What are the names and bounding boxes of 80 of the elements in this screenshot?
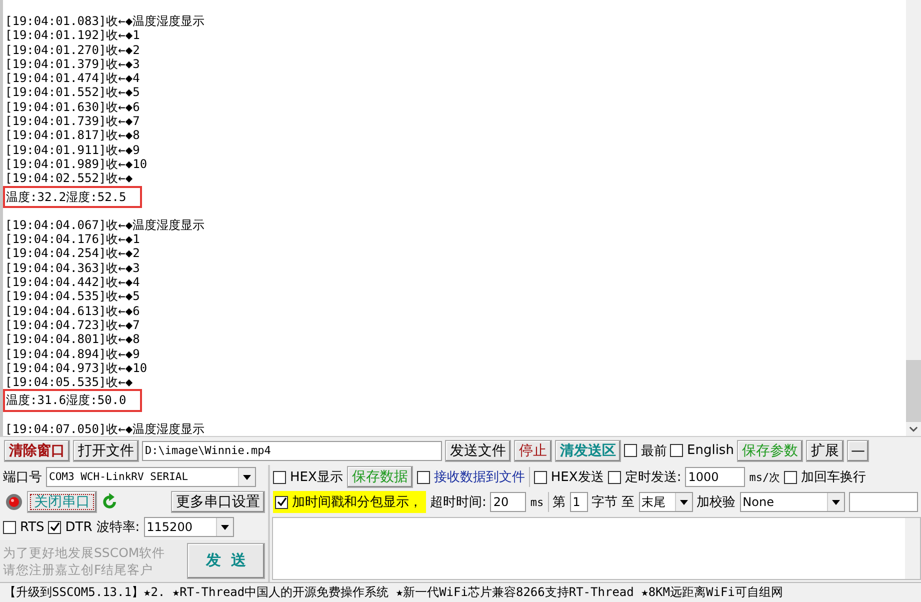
- send-file-button[interactable]: 发送文件: [445, 440, 511, 462]
- checkbox[interactable]: [608, 470, 621, 484]
- checkbox[interactable]: [273, 470, 286, 484]
- checkbox[interactable]: [624, 444, 637, 458]
- checkbox[interactable]: [3, 520, 16, 534]
- log-line: [19:04:04.535]收←◆5: [5, 289, 140, 304]
- checkbox-label: 加时间戳和分包显示，: [292, 494, 422, 512]
- log-line: [19:04:01.552]收←◆5: [5, 85, 140, 100]
- log-line: [19:04:02.552]收←◆: [5, 171, 133, 186]
- log-line: [19:04:04.067]收←◆温度湿度显示: [5, 218, 205, 232]
- led-icon: [5, 493, 23, 512]
- log-line: [19:04:04.254]收←◆2: [5, 246, 140, 261]
- checkbox[interactable]: [534, 470, 547, 484]
- checkbox[interactable]: [48, 520, 62, 534]
- scroll-down-icon[interactable]: [909, 426, 918, 432]
- checkbox-label: 接收数据到文件: [434, 469, 525, 486]
- checkbox-label: 加回车换行: [801, 469, 866, 486]
- log-line: [19:04:04.973]收←◆10: [5, 360, 148, 376]
- log-line: [19:04:04.894]收←◆9: [5, 346, 140, 361]
- timeout-label: 超时时间:: [430, 494, 486, 512]
- log-line: [19:04:01.739]收←◆7: [5, 114, 140, 128]
- highlighted-reading: 温度:32.2湿度:52.5: [3, 186, 142, 208]
- checkbox[interactable]: [275, 496, 288, 509]
- log-line: [19:04:01.270]收←◆2: [5, 42, 140, 57]
- log-line: [19:04:04.723]收←◆7: [5, 318, 140, 332]
- checkbox-label: English: [687, 443, 734, 458]
- interval-field[interactable]: 1000: [685, 467, 746, 488]
- checkbox-label: RTS: [20, 520, 44, 535]
- log-line: [19:04:01.911]收←◆9: [5, 142, 140, 157]
- checkbox-label: DTR: [65, 520, 92, 535]
- more-settings-button[interactable]: 更多串口设置: [171, 491, 265, 514]
- open-file-button[interactable]: 打开文件: [73, 440, 139, 462]
- checkbox[interactable]: [416, 470, 430, 484]
- port-select[interactable]: COM3 WCH-LinkRV SERIAL: [46, 467, 256, 488]
- log-line: [19:04:05.535]收←◆: [5, 375, 133, 390]
- log-line: [19:04:04.442]收←◆4: [5, 275, 140, 290]
- highlighted-reading: 温度:31.6湿度:50.0: [3, 389, 142, 412]
- checkbox-label: HEX发送: [550, 469, 604, 486]
- expand-button[interactable]: 扩展: [806, 440, 844, 462]
- checkbox-label: 定时发送:: [624, 469, 682, 486]
- log-line: [19:04:04.176]收←◆1: [5, 232, 140, 246]
- byte-from-field[interactable]: 1: [570, 492, 588, 512]
- log-line: [19:04:04.363]收←◆3: [5, 260, 140, 276]
- log-line: [19:04:01.989]收←◆10: [5, 156, 148, 172]
- timeout-field[interactable]: 20: [490, 492, 526, 512]
- interval-unit: ms/次: [749, 470, 780, 485]
- log-line: [19:04:01.379]收←◆3: [5, 56, 140, 72]
- port-label: 端口号: [3, 469, 42, 486]
- byte-to-select[interactable]: 末尾: [638, 492, 693, 512]
- refresh-icon[interactable]: [101, 493, 119, 512]
- log-line: [19:04:01.630]收←◆6: [5, 100, 140, 114]
- extra-field[interactable]: [848, 492, 918, 512]
- file-path-field[interactable]: D:\image\Winnie.mp4: [142, 440, 442, 461]
- checksum-label: 加校验: [696, 494, 736, 512]
- checkbox-label: HEX显示: [290, 469, 343, 486]
- scrollbar-thumb[interactable]: [906, 360, 921, 422]
- timeout-unit: ms: [530, 496, 544, 509]
- log-line: [19:04:07.050]收←◆温度湿度显示: [5, 422, 205, 436]
- log-line: [19:04:04.801]收←◆8: [5, 332, 140, 347]
- log-line: [19:04:01.817]收←◆8: [5, 128, 140, 143]
- log-line: [19:04:04.613]收←◆6: [5, 304, 140, 318]
- checkbox[interactable]: [670, 444, 683, 458]
- byte-from-label: 第: [552, 494, 566, 512]
- clear-window-button[interactable]: 清除窗口: [4, 440, 70, 462]
- log-line: [19:04:01.192]收←◆1: [5, 28, 140, 43]
- baud-label: 波特率:: [96, 519, 140, 536]
- baud-select[interactable]: 115200: [144, 517, 234, 538]
- stop-button[interactable]: 停止: [514, 440, 552, 462]
- checksum-select[interactable]: None: [740, 492, 845, 512]
- byte-unit: 字节: [592, 494, 618, 512]
- scrollbar[interactable]: [906, 0, 921, 436]
- status-bar-text: 【升级到SSCOM5.13.1】★2. ★RT-Thread中国人的开源免费操作系统 ★新一代WiFi芯片兼容8266支持RT-Thread ★8KM远距离WiFi可自组网: [0, 582, 921, 602]
- log-line: [19:04:01.083]收←◆温度湿度显示: [5, 14, 205, 28]
- log-line: [19:04:01.474]收←◆4: [5, 71, 140, 86]
- checkbox[interactable]: [784, 470, 798, 484]
- promo-text: 为了更好地发展SSCOM软件 请您注册嘉立创F结尾客户: [3, 544, 166, 578]
- byte-to-label: 至: [622, 494, 635, 512]
- minimize-button[interactable]: —: [846, 440, 869, 462]
- checkbox-label: 最前: [641, 442, 667, 460]
- scrollbar[interactable]: [905, 518, 920, 579]
